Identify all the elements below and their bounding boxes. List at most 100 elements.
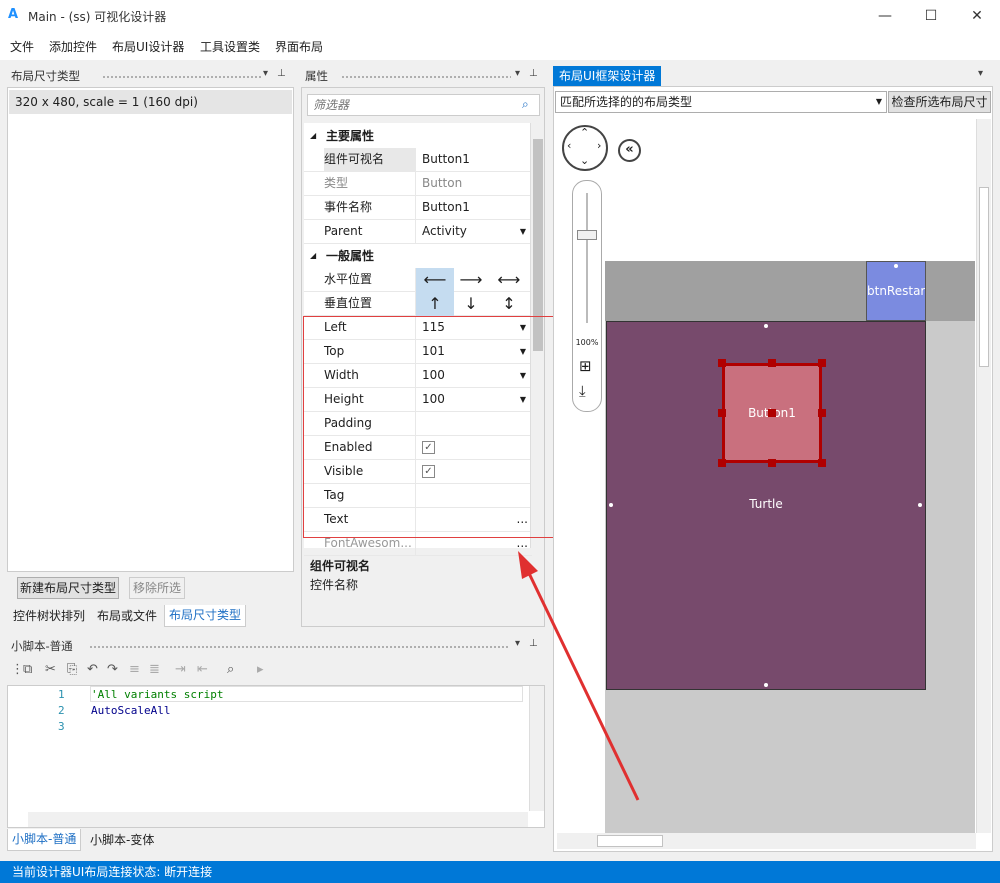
prop-key: 类型	[324, 172, 416, 195]
prop-key: 组件可视名	[324, 148, 416, 171]
app-logo-icon: A	[8, 7, 19, 22]
resize-handle[interactable]	[718, 459, 726, 467]
find-icon[interactable]: ⌕	[227, 662, 234, 677]
pan-down-icon[interactable]: ⌄	[580, 154, 589, 167]
tab-control-tree[interactable]: 控件树状排列	[13, 606, 85, 626]
pan-right-icon[interactable]: ›	[597, 139, 601, 152]
align-right-icon[interactable]: ⟶	[452, 268, 490, 292]
zoom-slider-thumb[interactable]	[577, 230, 597, 240]
dropdown-icon[interactable]: ▾	[263, 68, 268, 79]
menu-layout-designer[interactable]: 布局UI设计器	[112, 38, 184, 55]
line-number: 3	[58, 720, 65, 733]
btn-restart[interactable]: btnRestart	[866, 261, 926, 321]
run-icon[interactable]: ▸	[257, 662, 264, 677]
title-bar: A Main - (ss) 可视化设计器 — ☐ ✕	[0, 0, 1000, 32]
handle-dot	[894, 264, 898, 268]
pin-icon[interactable]: ⊥	[277, 68, 286, 79]
comment-icon[interactable]: ≡	[129, 662, 140, 677]
fit-screen-icon[interactable]: ⊞	[579, 357, 592, 375]
redo-icon[interactable]: ↷	[107, 662, 118, 677]
check-layout-size-button[interactable]: 检查所选布局尺寸	[888, 91, 991, 113]
chevron-down-icon[interactable]: ▼	[520, 220, 526, 243]
search-icon: ⌕	[522, 97, 529, 111]
cut-icon[interactable]: ✂	[45, 662, 56, 677]
maximize-button[interactable]: ☐	[908, 0, 954, 32]
pan-up-icon[interactable]: ⌃	[580, 126, 589, 139]
align-stretch-h-icon[interactable]: ⟷	[490, 268, 528, 292]
new-layout-size-button[interactable]: 新建布局尺寸类型	[17, 577, 119, 599]
close-button[interactable]: ✕	[954, 0, 1000, 32]
tab-designer[interactable]: 布局UI框架设计器	[553, 66, 662, 86]
script-toolbar: ⋮ ⧉ ✂ ⎘ ↶ ↷ ≡ ≣ ⇥ ⇤ ⌕ ▸	[7, 658, 545, 684]
menu-file[interactable]: 文件	[10, 38, 34, 55]
menu-add-control[interactable]: 添加控件	[49, 38, 97, 55]
props-panel-header: 属性 ▾ ⊥	[301, 66, 545, 86]
prop-row[interactable]: 组件可视名 Button1	[304, 148, 532, 172]
undo-icon[interactable]: ↶	[87, 662, 98, 677]
pan-left-icon[interactable]: ‹	[567, 139, 571, 152]
category-general[interactable]: ◢ 一般属性	[304, 244, 532, 268]
resize-handle[interactable]	[818, 409, 826, 417]
prop-row[interactable]: 类型 Button	[304, 172, 532, 196]
tab-script-normal[interactable]: 小脚本-普通	[7, 829, 82, 851]
drag-grip	[341, 75, 511, 79]
resize-handle[interactable]	[768, 459, 776, 467]
resize-handle[interactable]	[768, 409, 776, 417]
scroll-thumb[interactable]	[597, 835, 663, 847]
resize-handle[interactable]	[768, 359, 776, 367]
align-bottom-icon[interactable]: ↓	[452, 292, 490, 316]
layout-size-list: 320 x 480, scale = 1 (160 dpi)	[7, 87, 294, 572]
minimize-button[interactable]: —	[862, 0, 908, 32]
prop-row[interactable]: Parent Activity ▼	[304, 220, 532, 244]
desc-text: 控件名称	[310, 578, 359, 592]
resize-handle[interactable]	[718, 409, 726, 417]
collapse-icon[interactable]: ◢	[310, 124, 316, 148]
pan-control[interactable]: ⌃ ⌄ ‹ ›	[562, 125, 608, 171]
paste-icon[interactable]: ⎘	[67, 662, 77, 677]
indent-icon[interactable]: ⇥	[175, 662, 186, 677]
menu-interface-layout[interactable]: 界面布局	[275, 38, 323, 55]
designer-vscroll[interactable]	[976, 119, 991, 833]
layout-size-item[interactable]: 320 x 480, scale = 1 (160 dpi)	[9, 90, 292, 114]
menu-tools[interactable]: 工具设置类	[200, 38, 260, 55]
script-hscroll[interactable]	[28, 812, 528, 827]
turtle-panel[interactable]: Turtle Button1	[606, 321, 926, 690]
resize-handle[interactable]	[718, 359, 726, 367]
status-bar: 当前设计器UI布局连接状态: 断开连接	[0, 861, 1000, 883]
tab-layout-size-type[interactable]: 布局尺寸类型	[164, 605, 247, 627]
prop-value: Activity	[422, 224, 467, 238]
uncomment-icon[interactable]: ≣	[149, 662, 160, 677]
tab-layout-or-file[interactable]: 布局或文件	[97, 606, 157, 626]
resize-handle[interactable]	[818, 359, 826, 367]
collapse-icon[interactable]: ◢	[310, 244, 316, 268]
scroll-thumb[interactable]	[979, 187, 989, 367]
handle-dot	[764, 324, 768, 328]
code-line: 'All variants script	[91, 688, 224, 701]
outdent-icon[interactable]: ⇤	[197, 662, 208, 677]
desc-title: 组件可视名	[310, 559, 371, 573]
dropdown-icon[interactable]: ▾	[515, 68, 520, 79]
layout-type-select[interactable]: 匹配所选择的的布局类型 ▼	[555, 91, 887, 113]
script-editor[interactable]: 1 'All variants script 2 AutoScaleAll 3	[7, 685, 545, 828]
pin-icon[interactable]: ⊥	[529, 68, 538, 79]
arrow-head	[518, 551, 538, 579]
zoom-track	[586, 193, 588, 323]
resize-handle[interactable]	[818, 459, 826, 467]
align-top-icon[interactable]: ↑	[416, 292, 454, 316]
dropdown-icon[interactable]: ▾	[978, 68, 983, 79]
tab-script-variant[interactable]: 小脚本-变体	[90, 830, 154, 850]
window-title: Main - (ss) 可视化设计器	[28, 10, 167, 24]
copy-icon[interactable]: ⧉	[23, 662, 32, 677]
filter-input[interactable]	[307, 94, 540, 116]
download-icon[interactable]: ⤓	[579, 382, 586, 400]
prop-row[interactable]: 事件名称 Button1	[304, 196, 532, 220]
collapse-toolbar-icon[interactable]: «	[618, 139, 641, 162]
category-main[interactable]: ◢ 主要属性	[304, 124, 532, 148]
turtle-label: Turtle	[749, 497, 783, 511]
designer-hscroll[interactable]	[557, 833, 976, 849]
align-left-icon[interactable]: ⟵	[416, 268, 454, 292]
prop-key: 垂直位置	[324, 292, 416, 315]
remove-selected-button[interactable]: 移除所选	[129, 577, 185, 599]
align-stretch-v-icon[interactable]: ↕	[490, 292, 528, 316]
prop-key: 事件名称	[324, 196, 416, 219]
